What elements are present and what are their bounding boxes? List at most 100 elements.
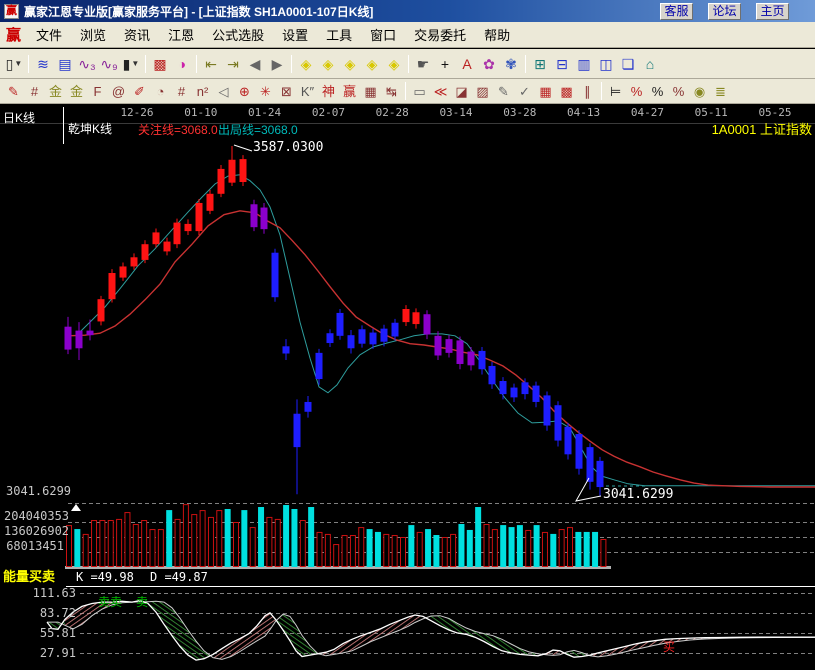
forum-button[interactable]: 论坛 [708,3,741,20]
date-tick-label: 04-27 [631,106,664,119]
ruler-grid-icon[interactable]: # [24,82,45,101]
star-web-icon[interactable]: ✳ [255,82,276,101]
angle-tool-icon[interactable]: ◁ [213,82,234,101]
chip-distribution-icon[interactable]: ▩ [149,53,171,74]
menu-item[interactable]: 资讯 [115,23,159,46]
pen-tool-icon[interactable]: ✐ [129,82,150,101]
brain-tool-icon[interactable]: ✾ [500,53,522,74]
grid-box-icon[interactable]: ▩ [556,82,577,101]
brush-tool-icon[interactable]: ✎ [3,82,24,101]
menu-item[interactable]: 江恩 [159,23,203,46]
f-grid-icon[interactable]: F [87,82,108,101]
kline-type-label: 乾坤K线 [68,123,112,136]
titlebar-buttons: 客服论坛主页 [660,3,789,20]
wave-9-icon[interactable]: ∿₉ [98,53,120,74]
attention-line-label: 关注线=3068.0 [138,124,218,137]
rect-tool-icon[interactable]: ▭ [409,82,430,101]
service-button[interactable]: 客服 [660,3,693,20]
toolbar-separator [196,55,197,73]
width-measure-icon[interactable]: ↹ [381,82,402,101]
crosshair-tool-icon[interactable]: + [434,53,456,74]
kline-style-icon[interactable]: ▯▼ [3,53,25,74]
menu-item[interactable]: 公式选股 [203,23,273,46]
date-tick-label: 05-11 [695,106,728,119]
menu-items: 文件浏览资讯江恩公式选股设置工具窗口交易委托帮助 [27,23,519,46]
menu-item[interactable]: 交易委托 [405,23,475,46]
menu-item[interactable]: 工具 [317,23,361,46]
percent-lines-icon[interactable]: % [668,82,689,101]
pan-left-icon[interactable]: ◈ [295,53,317,74]
calendar-icon[interactable]: ⊞ [529,53,551,74]
trend-curve-icon[interactable]: ≋ [32,53,54,74]
quote-list-icon[interactable]: ▤ [54,53,76,74]
menu-item[interactable]: 浏览 [71,23,115,46]
percent-icon[interactable]: % [647,82,668,101]
menu-item[interactable]: 窗口 [361,23,405,46]
indicator-name-label[interactable]: 能量买卖 [3,570,55,583]
wave-3-icon[interactable]: ∿₃ [76,53,98,74]
shen-grid-icon[interactable]: 神 [318,82,339,101]
menu-item[interactable]: 文件 [27,23,71,46]
grid-target-icon[interactable]: ⊠ [276,82,297,101]
volume-axis-label: 136026902 [4,525,64,538]
kline-mark-icon[interactable]: K″ [297,82,318,101]
indicator-k-value: K =49.98 [76,571,134,584]
zoom-out-icon[interactable]: ◈ [339,53,361,74]
notebook-icon[interactable]: ▥ [573,53,595,74]
kline-chart-canvas[interactable] [0,104,815,670]
home-button[interactable]: 主页 [756,3,789,20]
toolbar-separator [145,55,146,73]
color-volume-icon[interactable]: ◑ [171,53,193,74]
menu-logo-icon: 赢 [6,24,21,45]
line-draw-icon[interactable]: ✎ [493,82,514,101]
fan-lines-icon[interactable]: ≪ [430,82,451,101]
time-cycle-icon[interactable]: ◔ [150,82,171,101]
prev-kline-icon[interactable]: ◀ [244,53,266,74]
v-lines-icon[interactable]: ✓ [514,82,535,101]
gold-circle-icon[interactable]: ◉ [689,82,710,101]
windows-icon[interactable]: ❏ [617,53,639,74]
gann-gold-grid2-icon[interactable]: 金 [66,82,87,101]
gann-gold-grid-icon[interactable]: 金 [45,82,66,101]
chip-tool-icon[interactable]: ✿ [478,53,500,74]
zoom-in-icon[interactable]: ◈ [361,53,383,74]
title-bar: 赢 赢家江恩专业版[赢家服务平台] - [上证指数 SH1A0001-107日K… [0,0,815,22]
target-tool-icon[interactable]: ⊕ [234,82,255,101]
grid-tool-icon[interactable]: ▦ [535,82,556,101]
calculator-icon[interactable]: ⊟ [551,53,573,74]
percent-chart-icon[interactable]: % [626,82,647,101]
zoom-a-tool-icon[interactable]: A [456,53,478,74]
volume-axis-label: 68013451 [4,540,64,553]
trade-terminal-icon[interactable]: ⌂ [639,53,661,74]
save-icon[interactable]: ◫ [595,53,617,74]
candle-width-icon[interactable]: ▮▼ [120,53,142,74]
parallel-lines-icon[interactable]: ∥ [577,82,598,101]
n-square-icon[interactable]: n² [192,82,213,101]
center-view-icon[interactable]: ◈ [383,53,405,74]
menu-item[interactable]: 帮助 [475,23,519,46]
price-scale-icon[interactable]: ⊨ [605,82,626,101]
last-page-icon[interactable]: ⇥ [222,53,244,74]
spiral-tool-icon[interactable]: @ [108,82,129,101]
peak-price-annotation: 3587.0300 [253,141,323,154]
buy-signal-label: 买 [663,641,675,654]
ying-grid-icon[interactable]: 赢 [339,82,360,101]
flag-grid-icon[interactable]: ▦ [360,82,381,101]
sell-signal-label: 卖卖 [98,596,122,609]
low-price-annotation: 3041.6299 [603,488,673,501]
first-page-icon[interactable]: ⇤ [200,53,222,74]
gold-levels-icon[interactable]: ≣ [710,82,731,101]
hand-tool-icon[interactable]: ☛ [412,53,434,74]
toolbar-separator [28,55,29,73]
sell-signal-label-2: 卖 [136,596,148,609]
menu-item[interactable]: 设置 [273,23,317,46]
price-grid-icon[interactable]: # [171,82,192,101]
window-title: 赢家江恩专业版[赢家服务平台] - [上证指数 SH1A0001-107日K线] [24,3,660,20]
toolbar-separator [525,55,526,73]
chart-area[interactable]: 12-2601-1001-2402-0702-2803-1403-2804-13… [0,104,815,670]
pan-right-icon[interactable]: ◈ [317,53,339,74]
volume-axis-label: 204040353 [4,510,64,523]
fan-box-icon[interactable]: ◪ [451,82,472,101]
next-kline-icon[interactable]: ▶ [266,53,288,74]
shade-box-icon[interactable]: ▨ [472,82,493,101]
